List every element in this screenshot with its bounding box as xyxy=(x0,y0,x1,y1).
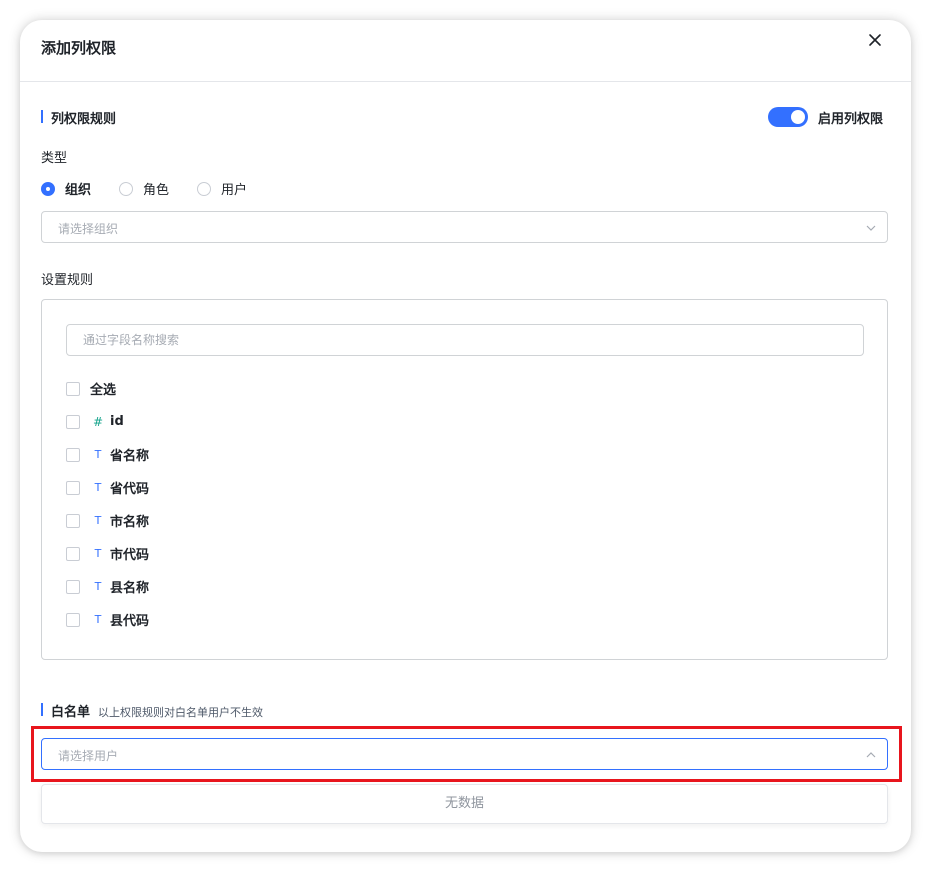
number-type-icon: # xyxy=(92,414,104,429)
field-name: 省代码 xyxy=(110,482,150,497)
field-checkbox[interactable] xyxy=(66,513,80,528)
radio-label: 组织 xyxy=(65,183,92,198)
field-checkbox[interactable] xyxy=(66,612,80,627)
field-checkbox[interactable] xyxy=(66,546,80,561)
whitelist-title: 白名单 xyxy=(41,701,90,720)
text-type-icon: T xyxy=(94,547,102,560)
field-checkbox[interactable] xyxy=(66,579,80,594)
whitelist-header: 白名单 以上权限规则对白名单用户不生效 xyxy=(41,701,263,720)
radio-role[interactable]: 角色 xyxy=(119,179,169,198)
empty-text: 无数据 xyxy=(444,796,484,811)
list-item[interactable]: T 县代码 xyxy=(66,603,149,636)
select-all-row[interactable]: 全选 xyxy=(66,372,149,405)
dialog-title: 添加列权限 xyxy=(41,39,117,57)
list-item[interactable]: T 市名称 xyxy=(66,504,149,537)
field-name: 县代码 xyxy=(110,614,150,629)
user-dropdown-panel: 无数据 xyxy=(41,784,888,824)
radio-button[interactable] xyxy=(119,181,134,196)
rules-box: 全选 # id T 省名称 T 省代码 T 市名称 xyxy=(41,299,888,660)
list-item[interactable]: T 市代码 xyxy=(66,537,149,570)
text-type-icon: T xyxy=(94,580,102,593)
text-type-icon: T xyxy=(94,514,102,527)
type-radio-group: 组织 角色 用户 xyxy=(41,179,275,198)
radio-label: 角色 xyxy=(143,183,170,198)
chevron-down-icon xyxy=(866,225,876,231)
highlight-box xyxy=(31,726,902,782)
select-all-checkbox[interactable] xyxy=(66,381,80,396)
field-name: 县名称 xyxy=(110,581,150,596)
field-name: 省名称 xyxy=(110,449,150,464)
radio-label: 用户 xyxy=(221,183,248,198)
field-checklist: 全选 # id T 省名称 T 省代码 T 市名称 T 市代码 T 县名称 T … xyxy=(66,372,149,636)
field-name: 市名称 xyxy=(110,515,150,530)
field-name: 市代码 xyxy=(110,548,150,563)
field-checkbox[interactable] xyxy=(66,414,80,429)
select-all-label: 全选 xyxy=(90,383,117,398)
field-name: id xyxy=(110,414,124,429)
radio-user[interactable]: 用户 xyxy=(197,179,247,198)
toggle-knob xyxy=(791,110,805,124)
list-item[interactable]: T 县名称 xyxy=(66,570,149,603)
whitelist-hint: 以上权限规则对白名单用户不生效 xyxy=(98,706,264,719)
toggle-label: 启用列权限 xyxy=(818,111,884,127)
close-icon[interactable] xyxy=(864,29,886,51)
list-item[interactable]: # id xyxy=(66,405,149,438)
radio-organization[interactable]: 组织 xyxy=(41,179,91,198)
dialog-header: 添加列权限 xyxy=(20,20,911,82)
radio-button[interactable] xyxy=(197,181,212,196)
type-label: 类型 xyxy=(41,151,68,166)
radio-button-checked[interactable] xyxy=(41,181,55,196)
enable-column-permission-toggle[interactable] xyxy=(768,107,808,127)
list-item[interactable]: T 省名称 xyxy=(66,438,149,471)
organization-select[interactable]: 请选择组织 xyxy=(41,211,888,243)
field-search-input[interactable] xyxy=(66,324,864,356)
enable-column-permission: 启用列权限 xyxy=(768,107,883,127)
add-column-permission-dialog: 添加列权限 列权限规则 启用列权限 类型 组织 角色 用户 请选择组织 设置规则 xyxy=(20,20,911,852)
text-type-icon: T xyxy=(94,613,102,626)
set-rules-label: 设置规则 xyxy=(41,273,94,288)
field-checkbox[interactable] xyxy=(66,480,80,495)
rules-section-title: 列权限规则 xyxy=(41,108,116,127)
field-checkbox[interactable] xyxy=(66,447,80,462)
text-type-icon: T xyxy=(94,481,102,494)
list-item[interactable]: T 省代码 xyxy=(66,471,149,504)
text-type-icon: T xyxy=(94,448,102,461)
select-placeholder: 请选择组织 xyxy=(58,222,119,236)
